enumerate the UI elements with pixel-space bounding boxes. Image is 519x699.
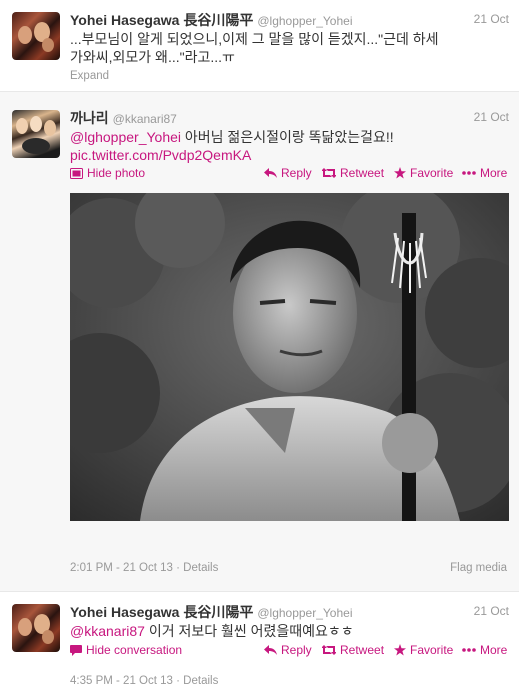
reply-label: Reply [281,166,312,180]
tweet-time[interactable]: 21 Oct [474,110,509,124]
author-handle[interactable]: @lghopper_Yohei [257,606,352,620]
mention-link[interactable]: @lghopper_Yohei [70,129,181,145]
retweet-label: Retweet [340,643,385,657]
more-label: More [480,643,508,657]
photo-icon [70,167,83,179]
hide-conversation-button[interactable]: Hide conversation [70,643,182,657]
tweet-photo[interactable] [70,193,509,521]
retweet-label: Retweet [340,166,385,180]
tweet-author[interactable]: Yohei Hasegawa 長谷川陽平 @lghopper_Yohei [70,10,353,30]
reply-icon [264,168,277,178]
tweet-actions: Hide conversation Reply Retweet Favorite… [70,643,509,659]
pic-link[interactable]: pic.twitter.com/Pvdp2QemKA [70,146,501,164]
tweet-body: 이거 저보다 훨씬 어렸을때예요ㅎㅎ [148,623,354,639]
tweet-time[interactable]: 21 Oct [474,604,509,618]
avatar[interactable] [12,604,60,652]
avatar[interactable] [12,110,60,158]
tweet[interactable]: Yohei Hasegawa 長谷川陽平 @lghopper_Yohei 21 O… [0,592,519,699]
photo-image [70,193,509,521]
favorite-label: Favorite [410,643,454,657]
tweet-body: 아버님 젊은시절이랑 똑닮았는걸요!! [184,129,394,145]
flag-media-link[interactable]: Flag media [450,562,507,574]
reply-button[interactable]: Reply [264,643,312,657]
mention-link[interactable]: @kkanari87 [70,623,145,639]
tweet-timestamp[interactable]: 4:35 PM - 21 Oct 13 [70,675,173,687]
tweet-text: @kkanari87 이거 저보다 훨씬 어렸을때예요ㅎㅎ [70,622,501,640]
author-name[interactable]: 까나리 [70,110,109,126]
tweet-text-line: @lghopper_Yohei 아버님 젊은시절이랑 똑닮았는걸요!! [70,128,501,146]
author-name[interactable]: Yohei Hasegawa 長谷川陽平 [70,604,253,620]
favorite-icon [394,167,406,179]
hide-conversation-label: Hide conversation [86,643,183,657]
tweet-timestamp[interactable]: 2:01 PM - 21 Oct 13 [70,562,173,574]
tweet-meta: 2:01 PM - 21 Oct 13 · Details [70,562,218,574]
tweet-actions: Hide photo Reply Retweet Favorite More [70,166,509,182]
more-button[interactable]: More [462,643,507,657]
author-handle[interactable]: @lghopper_Yohei [257,14,352,28]
author-name[interactable]: Yohei Hasegawa 長谷川陽平 [70,12,253,28]
more-icon [462,648,476,652]
tweet-meta: 4:35 PM - 21 Oct 13 · Details [70,675,218,687]
separator: · [176,562,180,574]
tweet[interactable]: 까나리 @kkanari87 21 Oct @lghopper_Yohei 아버님… [0,92,519,592]
more-button[interactable]: More [462,166,507,180]
conversation-icon [70,644,82,656]
details-link[interactable]: Details [183,562,218,574]
reply-icon [264,645,277,655]
tweet-author[interactable]: Yohei Hasegawa 長谷川陽平 @lghopper_Yohei [70,602,353,622]
retweet-icon [322,645,336,655]
retweet-icon [322,168,336,178]
reply-button[interactable]: Reply [264,166,312,180]
author-handle[interactable]: @kkanari87 [113,112,177,126]
favorite-icon [394,644,406,656]
hide-photo-button[interactable]: Hide photo [70,166,145,180]
tweet-time[interactable]: 21 Oct [474,12,509,26]
retweet-button[interactable]: Retweet [322,166,384,180]
tweet-author[interactable]: 까나리 @kkanari87 [70,108,177,128]
more-icon [462,171,476,175]
tweet-text: @lghopper_Yohei 아버님 젊은시절이랑 똑닮았는걸요!! pic.… [70,128,501,164]
details-link[interactable]: Details [183,675,218,687]
tweet-text-line: ...부모님이 알게 되었으니,이제 그 말을 많이 듣겠지..."근데 하세 [70,31,439,47]
tweet-text: ...부모님이 알게 되었으니,이제 그 말을 많이 듣겠지..."근데 하세 … [70,30,501,66]
avatar[interactable] [12,12,60,60]
hide-photo-label: Hide photo [87,166,146,180]
separator: · [176,675,180,687]
favorite-button[interactable]: Favorite [394,166,453,180]
reply-label: Reply [281,643,312,657]
more-label: More [480,166,508,180]
favorite-button[interactable]: Favorite [394,643,453,657]
tweet-text-line: 가와씨,외모가 왜..."라고...ㅠ [70,49,235,65]
favorite-label: Favorite [410,166,454,180]
tweet[interactable]: Yohei Hasegawa 長谷川陽平 @lghopper_Yohei 21 O… [0,0,519,92]
retweet-button[interactable]: Retweet [322,643,384,657]
expand-link[interactable]: Expand [70,70,109,82]
